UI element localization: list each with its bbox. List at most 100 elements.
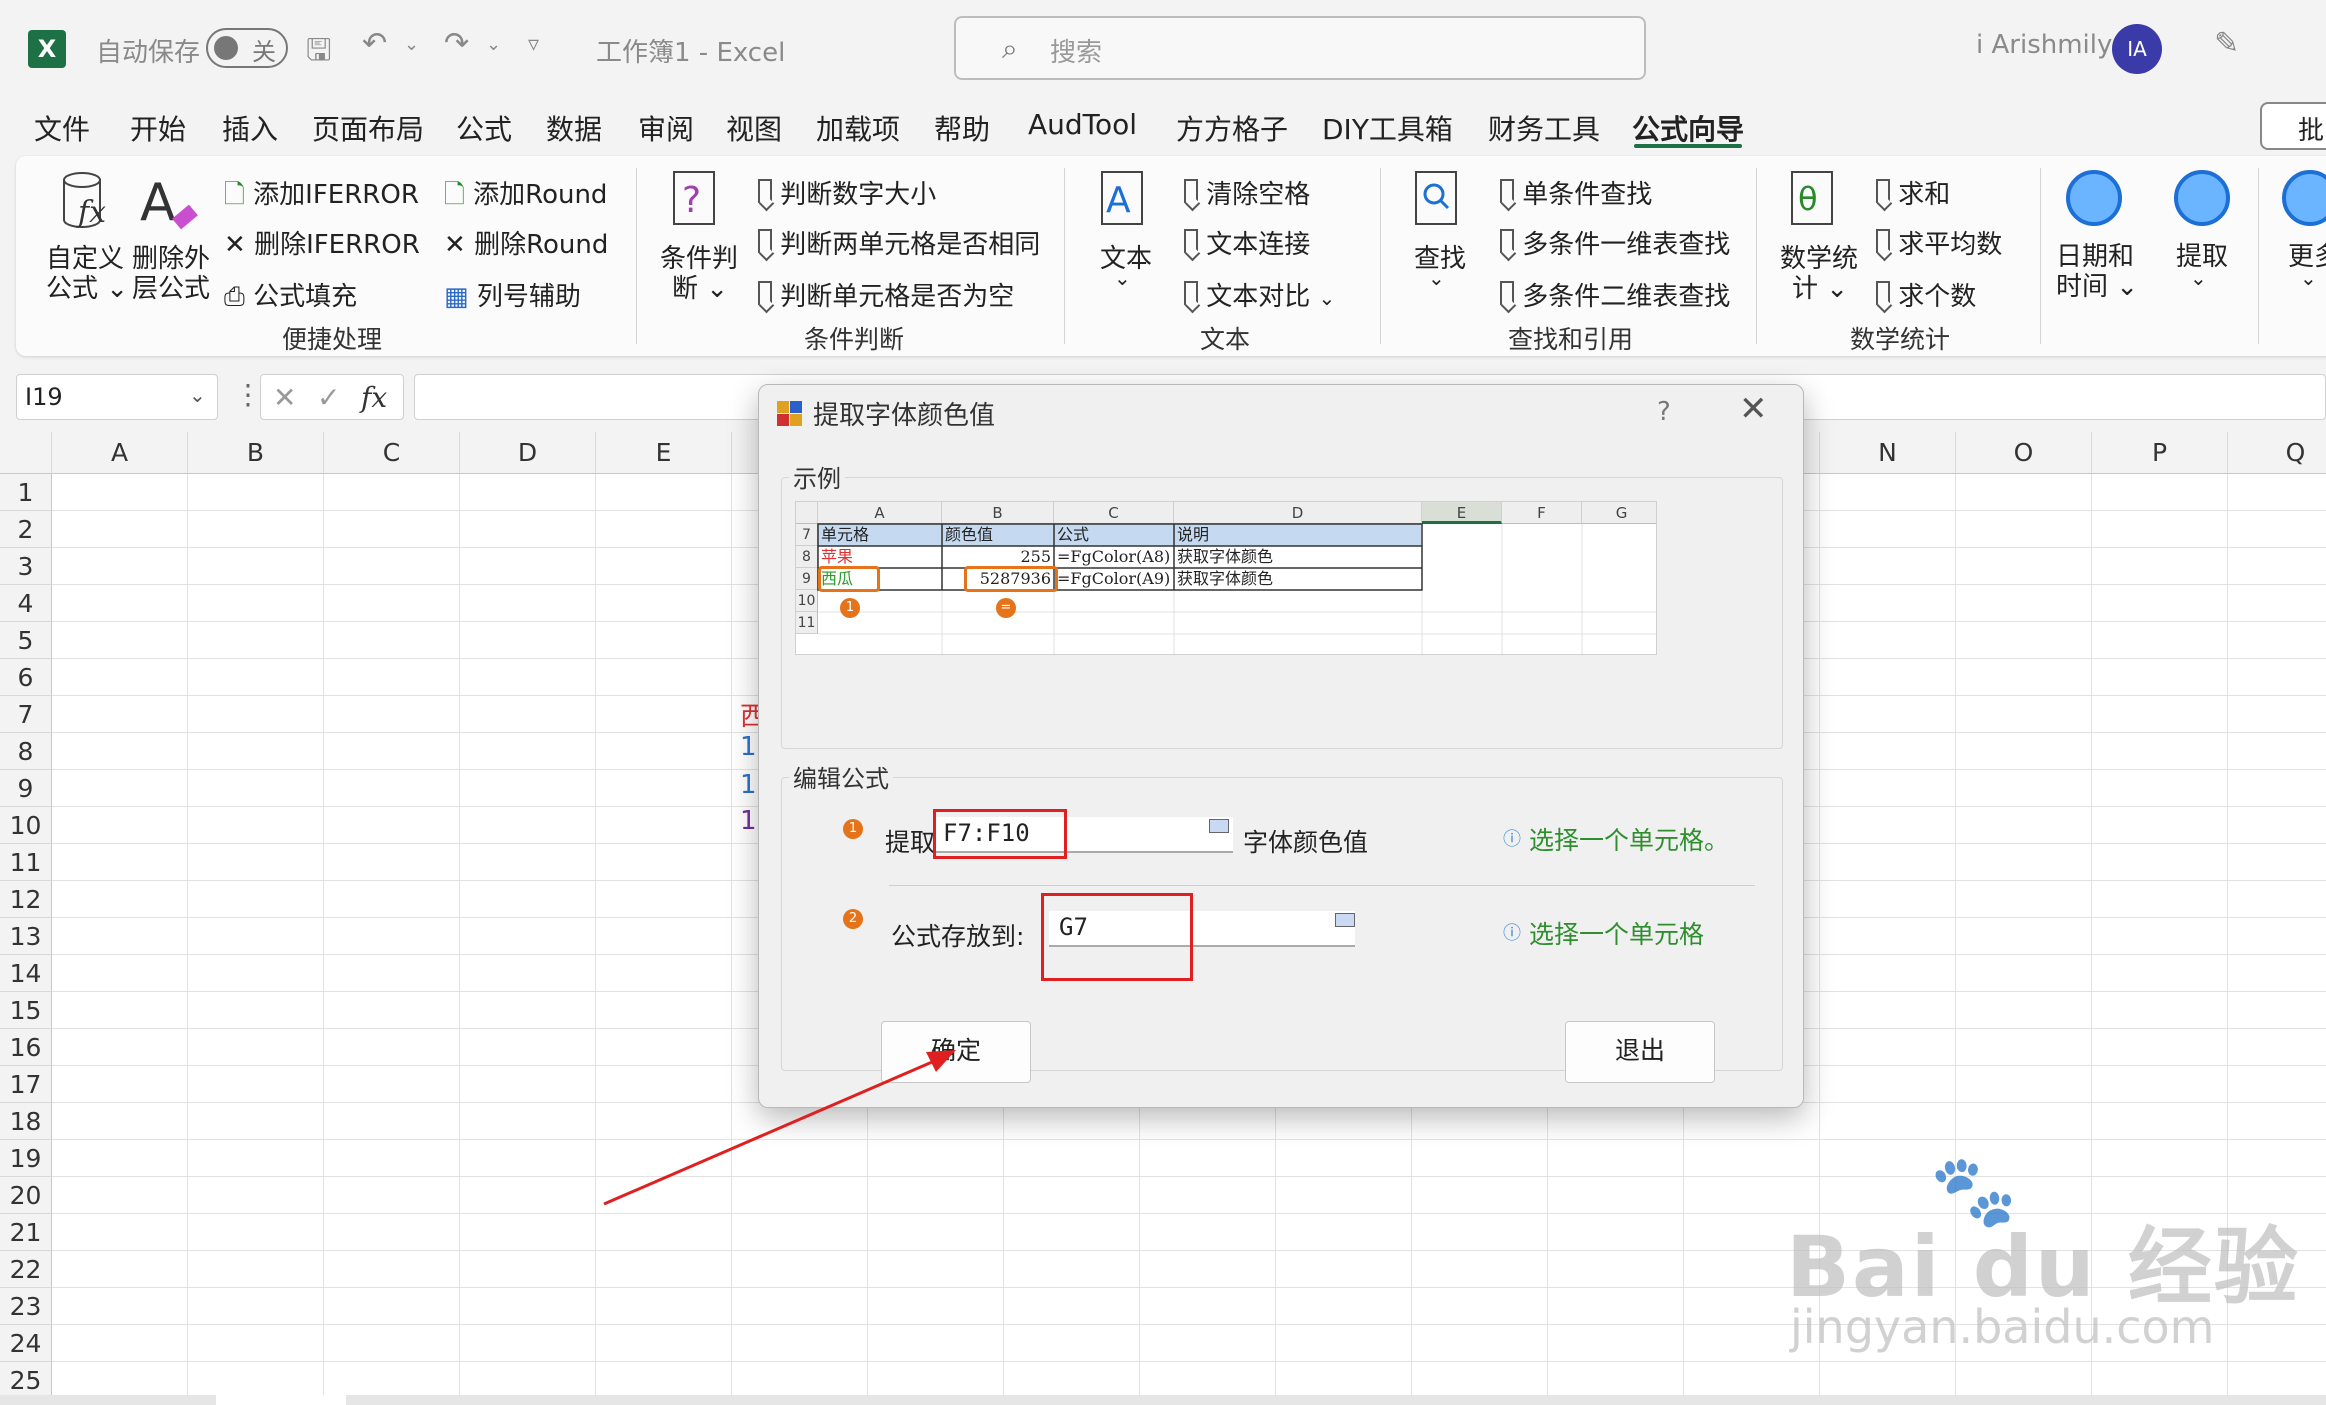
column-header[interactable]: N	[1820, 432, 1956, 474]
tab-help[interactable]: 帮助	[934, 108, 990, 148]
autosave-toggle[interactable]: 关	[206, 28, 288, 68]
row-header[interactable]: 17	[0, 1066, 52, 1103]
more-options-icon[interactable]: ⋮	[234, 378, 262, 411]
math-label-2[interactable]: 计 ⌄	[1792, 268, 1848, 305]
formula-fill-button[interactable]: ⎙ 公式填充	[224, 276, 357, 313]
row-header[interactable]: 10	[0, 807, 52, 844]
row-header[interactable]: 8	[0, 733, 52, 770]
column-header[interactable]: B	[188, 432, 324, 474]
column-header[interactable]: E	[596, 432, 732, 474]
range-picker-icon[interactable]	[1209, 819, 1229, 833]
row-header[interactable]: 16	[0, 1029, 52, 1066]
row-header[interactable]: 3	[0, 548, 52, 585]
tab-data[interactable]: 数据	[546, 108, 602, 148]
row-header[interactable]: 12	[0, 881, 52, 918]
row-header[interactable]: 18	[0, 1103, 52, 1140]
tab-file[interactable]: 文件	[34, 108, 90, 148]
find-dropdown-icon[interactable]: ⌄	[1428, 266, 1445, 290]
chevron-down-icon[interactable]: ⌄	[189, 383, 206, 407]
compare-number-button[interactable]: 判断数字大小	[758, 174, 936, 211]
cancel-icon[interactable]: ✕	[273, 381, 296, 414]
row-header[interactable]: 24	[0, 1325, 52, 1362]
help-button[interactable]: ?	[1657, 397, 1671, 427]
average-button[interactable]: 求平均数	[1876, 224, 2002, 261]
row-header[interactable]: 6	[0, 659, 52, 696]
column-header[interactable]: Q	[2228, 432, 2326, 474]
row-header[interactable]: 11	[0, 844, 52, 881]
row-header[interactable]: 7	[0, 696, 52, 733]
extract-dropdown-icon[interactable]: ⌄	[2190, 266, 2207, 290]
row-header[interactable]: 15	[0, 992, 52, 1029]
customize-qat-icon[interactable]: ▿	[528, 32, 539, 57]
row-header[interactable]: 21	[0, 1214, 52, 1251]
del-round-button[interactable]: ✕ 删除Round	[444, 224, 608, 261]
col-helper-button[interactable]: ▦ 列号辅助	[444, 276, 581, 313]
count-button[interactable]: 求个数	[1876, 276, 1976, 313]
tab-finance-tools[interactable]: 财务工具	[1488, 108, 1600, 148]
search-box[interactable]: ⌕ 搜索	[954, 16, 1646, 80]
row-header[interactable]: 19	[0, 1140, 52, 1177]
edge-batch-button[interactable]: 批	[2260, 102, 2326, 150]
add-round-button[interactable]: 🗋 添加Round	[444, 174, 607, 220]
tab-page-layout[interactable]: 页面布局	[312, 108, 424, 148]
more-dropdown-icon[interactable]: ⌄	[2300, 266, 2317, 290]
clear-space-button[interactable]: 清除空格	[1184, 174, 1310, 211]
row-header[interactable]: 22	[0, 1251, 52, 1288]
name-box[interactable]: I19 ⌄	[16, 374, 218, 420]
row-header[interactable]: 23	[0, 1288, 52, 1325]
tab-audtool[interactable]: AudTool	[1028, 108, 1137, 141]
text-compare-button[interactable]: 文本对比 ⌄	[1184, 276, 1335, 313]
row-header[interactable]: 1	[0, 474, 52, 511]
column-header[interactable]: C	[324, 432, 460, 474]
select-all-corner[interactable]	[0, 432, 52, 474]
tab-review[interactable]: 审阅	[638, 108, 694, 148]
pen-icon[interactable]: ✎	[2214, 26, 2239, 61]
row-header[interactable]: 5	[0, 622, 52, 659]
tab-formula-wizard[interactable]: 公式向导	[1632, 108, 1744, 148]
row-header[interactable]: 14	[0, 955, 52, 992]
tab-home[interactable]: 开始	[130, 108, 186, 148]
del-iferror-button[interactable]: ✕ 删除IFERROR	[224, 224, 420, 261]
add-iferror-button[interactable]: 🗋 添加IFERROR	[224, 174, 419, 220]
sum-button[interactable]: 求和	[1876, 174, 1950, 211]
tab-fangfang[interactable]: 方方格子	[1176, 108, 1288, 148]
undo-dropdown-icon[interactable]: ⌄	[404, 34, 419, 55]
column-header[interactable]: O	[1956, 432, 2092, 474]
multi-2d-find-button[interactable]: 多条件二维表查找	[1500, 276, 1730, 313]
row-header[interactable]: 9	[0, 770, 52, 807]
ok-button[interactable]: 确定	[881, 1021, 1031, 1083]
multi-1d-find-button[interactable]: 多条件一维表查找	[1500, 224, 1730, 261]
condition-label-2[interactable]: 断 ⌄	[672, 268, 728, 305]
close-icon[interactable]: ✕	[1739, 389, 1768, 429]
row-header[interactable]: 25	[0, 1362, 52, 1395]
column-header[interactable]: A	[52, 432, 188, 474]
exit-button[interactable]: 退出	[1565, 1021, 1715, 1083]
text-dropdown-icon[interactable]: ⌄	[1114, 266, 1131, 290]
tab-formulas[interactable]: 公式	[456, 108, 512, 148]
row-header[interactable]: 2	[0, 511, 52, 548]
column-header[interactable]: D	[460, 432, 596, 474]
tab-addins[interactable]: 加载项	[816, 108, 900, 148]
redo-icon[interactable]: ↷	[444, 26, 469, 61]
single-find-button[interactable]: 单条件查找	[1500, 174, 1652, 211]
row-header[interactable]: 20	[0, 1177, 52, 1214]
text-concat-button[interactable]: 文本连接	[1184, 224, 1310, 261]
confirm-icon[interactable]: ✓	[317, 381, 340, 414]
fx-icon[interactable]: fx	[361, 381, 387, 414]
tab-insert[interactable]: 插入	[222, 108, 278, 148]
cell-picker-icon[interactable]	[1335, 913, 1355, 927]
sheet-tab[interactable]	[216, 1395, 346, 1405]
redo-dropdown-icon[interactable]: ⌄	[486, 34, 501, 55]
save-icon[interactable]: 🖫	[306, 28, 332, 79]
undo-icon[interactable]: ↶	[362, 26, 387, 61]
row-header[interactable]: 13	[0, 918, 52, 955]
row-header[interactable]: 4	[0, 585, 52, 622]
compare-same-button[interactable]: 判断两单元格是否相同	[758, 224, 1040, 261]
date-time-label-2[interactable]: 时间 ⌄	[2056, 266, 2138, 303]
avatar[interactable]: IA	[2112, 24, 2162, 74]
delete-outer-label-2[interactable]: 层公式	[132, 268, 210, 305]
tab-view[interactable]: 视图	[726, 108, 782, 148]
custom-formula-label-2[interactable]: 公式 ⌄	[46, 268, 128, 305]
tab-diy-toolbox[interactable]: DIY工具箱	[1322, 108, 1453, 148]
column-header[interactable]: P	[2092, 432, 2228, 474]
